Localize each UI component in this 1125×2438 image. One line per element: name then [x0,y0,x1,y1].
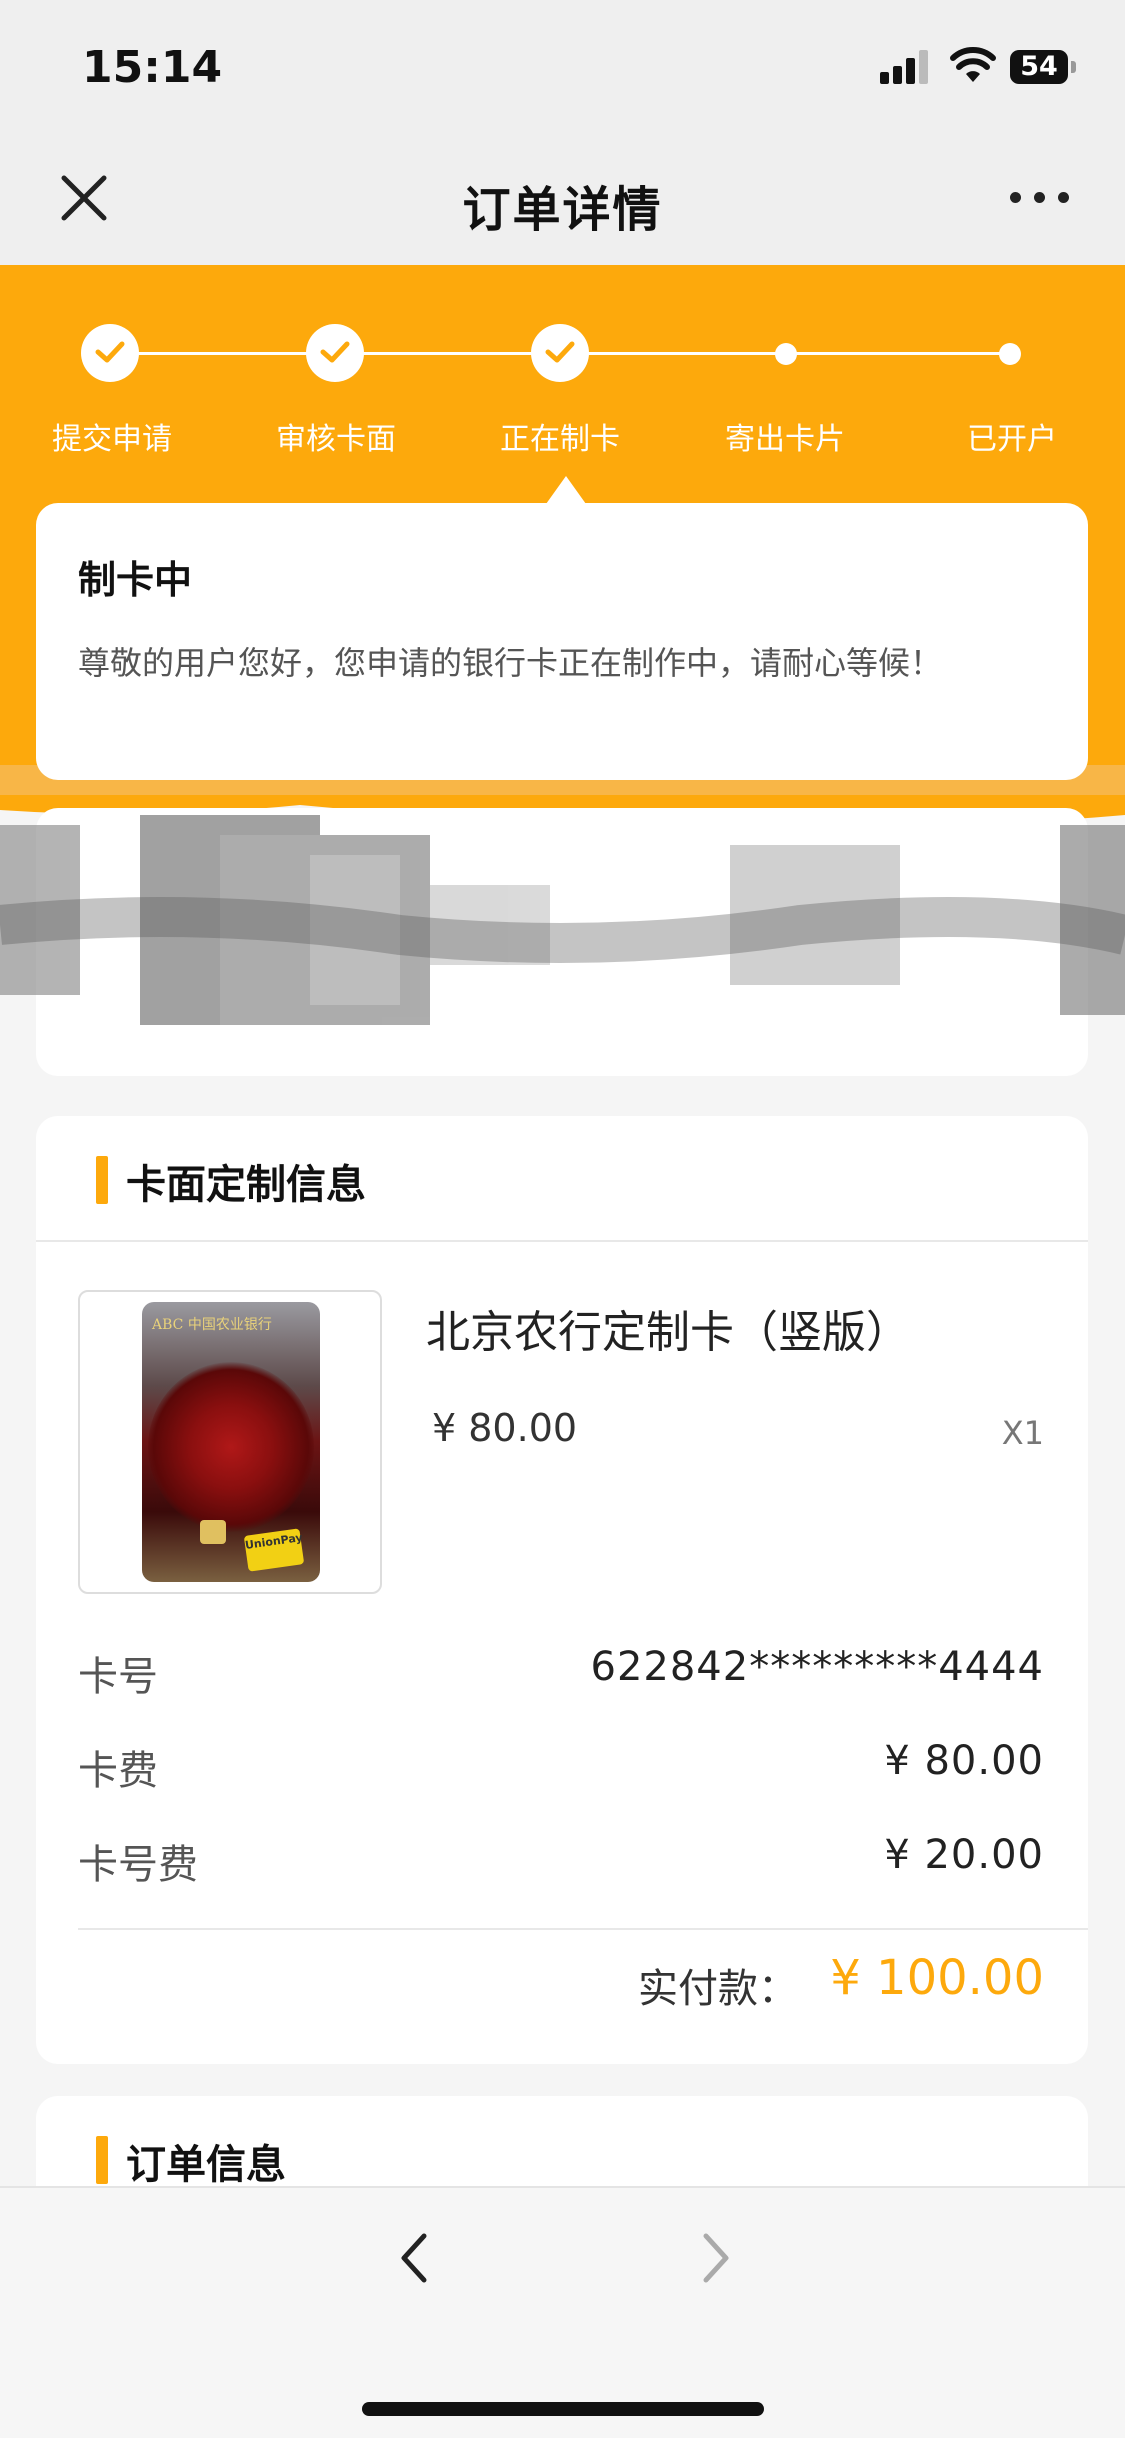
step-label-making: 正在制卡 [500,422,620,457]
status-bar: 15:14 54 [0,0,1125,140]
battery-tip [1071,61,1076,73]
total-divider [78,1928,1088,1930]
step-label-submit: 提交申请 [52,422,172,457]
card-number-label: 卡号 [78,1654,158,1700]
step-label-shipped: 寄出卡片 [725,422,845,457]
step-1-check-icon [81,324,139,382]
bank-logo-text: ABC 中国农业银行 [152,1317,272,1333]
card-info-title: 卡面定制信息 [126,1162,366,1208]
battery-icon: 54 [1010,50,1068,84]
product-price: ¥ 80.00 [432,1406,578,1450]
more-icon[interactable] [1010,192,1070,206]
nav-bar: 订单详情 [0,140,1125,265]
card-chip-icon [200,1520,226,1544]
current-step-pointer [546,476,586,504]
step-3-check-icon [531,324,589,382]
status-title: 制卡中 [78,558,193,602]
rose-pattern [148,1362,314,1532]
card-number-value: 622842*********4444 [590,1644,1044,1690]
unionpay-logo: UnionPay [243,1528,305,1572]
forward-arrow-icon[interactable] [690,2228,740,2288]
section-accent-bar [96,1156,108,1204]
step-5-dot [999,343,1021,365]
step-2-check-icon [306,324,364,382]
total-value: ¥ 100.00 [830,1950,1044,2006]
wifi-icon [950,47,996,82]
status-time: 15:14 [82,42,223,93]
card-fee-label: 卡费 [78,1748,158,1794]
status-card: 制卡中 尊敬的用户您好，您申请的银行卡正在制作中，请耐心等候！ [36,503,1088,780]
number-fee-label: 卡号费 [78,1842,198,1888]
card-fee-value: ¥ 80.00 [884,1738,1044,1784]
cellular-signal-icon [880,48,932,84]
order-info-title: 订单信息 [126,2142,286,2188]
step-4-dot [775,343,797,365]
card-thumbnail[interactable]: ABC 中国农业银行 UnionPay [78,1290,382,1594]
back-arrow-icon[interactable] [390,2228,440,2288]
step-label-review: 审核卡面 [276,422,396,457]
card-info-section: 卡面定制信息 ABC 中国农业银行 UnionPay 北京农行定制卡（竖版） ¥… [36,1116,1088,2064]
number-fee-value: ¥ 20.00 [884,1832,1044,1878]
page-title: 订单详情 [462,182,663,238]
bottom-toolbar [0,2186,1125,2438]
status-description: 尊敬的用户您好，您申请的银行卡正在制作中，请耐心等候！ [78,644,943,682]
product-name: 北京农行定制卡（竖版） [426,1307,910,1358]
home-indicator [362,2402,764,2416]
step-label-opened: 已开户 [967,422,1057,457]
total-label: 实付款： [638,1966,798,2012]
section-accent-bar [96,2136,108,2184]
section-divider [36,1240,1088,1242]
product-quantity: X1 [1001,1414,1044,1452]
bank-card-image: ABC 中国农业银行 UnionPay [142,1302,320,1582]
redacted-scribble [0,795,1125,1095]
